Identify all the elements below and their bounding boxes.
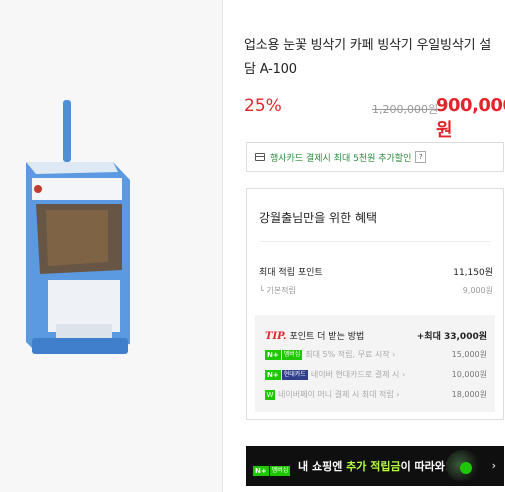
product-info-panel: 업소용 눈꽃 빙삭기 카페 빙삭기 우일빙삭기 설담 A-100 25% 1,2… (244, 0, 505, 492)
tip-item-text: 네이버 현대카드로 결제 시 › (310, 370, 406, 379)
product-image-panel (0, 0, 222, 492)
tip-item-npay-money[interactable]: W 네이버페이 머니 결제 시 최대 적립 › 18,000원 (265, 389, 487, 403)
banner-text: 내 쇼핑엔 추가 적립금이 따라와! (298, 458, 450, 474)
banner-text-pre: 내 쇼핑엔 (298, 460, 347, 473)
panel-divider (222, 0, 223, 492)
membership-label: 멤버십 (269, 465, 291, 476)
membership-banner[interactable]: N+ 멤버십 내 쇼핑엔 추가 적립금이 따라와! › (246, 446, 504, 486)
tip-item-hyundai-card[interactable]: N+ 현대카드 네이버 현대카드로 결제 시 › 10,000원 (265, 369, 487, 383)
discount-rate: 25% (244, 96, 282, 116)
tip-item-label: W 네이버페이 머니 결제 시 최대 적립 › (265, 389, 400, 400)
tip-item-label: N+ 현대카드 네이버 현대카드로 결제 시 › (265, 369, 405, 380)
tip-item-text: 최대 5% 적립, 무료 시작 › (305, 350, 396, 359)
membership-badge: 멤버십 (281, 349, 303, 360)
chevron-right-icon: › (491, 459, 496, 472)
max-points-value: 11,150원 (453, 268, 493, 278)
benefit-divider (259, 241, 491, 242)
banner-text-post: 이 따라와! (400, 460, 450, 473)
naver-plus-icon: N+ (265, 349, 281, 360)
naver-plus-icon: N+ (265, 369, 281, 380)
original-price: 1,200,000원 (372, 103, 439, 116)
basic-points-value: 9,000원 (462, 286, 493, 295)
hyundai-card-badge: 현대카드 (281, 369, 308, 380)
sale-price: 900,000원 (436, 95, 505, 141)
tip-item-amount: 10,000원 (451, 370, 487, 379)
tip-box: TIP. 포인트 더 받는 방법 +최대 33,000원 N+ 멤버십 최대 5% 적… (255, 315, 495, 412)
tip-item-membership[interactable]: N+ 멤버십 최대 5% 적립, 무료 시작 › 15,000원 (265, 349, 487, 363)
membership-badge: N+ 멤버십 (253, 460, 293, 479)
tip-item-text: 네이버페이 머니 결제 시 최대 적립 › (278, 390, 400, 399)
product-image[interactable] (18, 92, 148, 392)
banner-decoration-dot (460, 462, 472, 474)
credit-card-icon (255, 153, 265, 161)
tip-item-amount: 18,000원 (451, 390, 487, 399)
wallet-icon: W (265, 389, 275, 400)
tip-item-label: N+ 멤버십 최대 5% 적립, 무료 시작 › (265, 349, 395, 360)
banner-text-highlight: 추가 적립금 (346, 460, 401, 473)
benefit-box: 강월출님만을 위한 혜택 최대 적립 포인트 11,150원 └ 기본적립 9,… (246, 188, 504, 420)
card-discount-promo[interactable]: 행사카드 결제시 최대 5천원 추가할인 ? (246, 142, 504, 172)
card-promo-text: 행사카드 결제시 최대 5천원 추가할인 (270, 153, 412, 164)
help-icon[interactable]: ? (415, 151, 427, 163)
benefit-title: 강월출님만을 위한 혜택 (259, 211, 378, 225)
tip-title: TIP. 포인트 더 받는 방법 (265, 329, 364, 342)
max-points-label: 최대 적립 포인트 (259, 268, 323, 278)
tip-max-amount: +최대 33,000원 (416, 332, 487, 342)
tip-title-text: 포인트 더 받는 방법 (289, 332, 365, 342)
naver-plus-icon: N+ (253, 465, 269, 476)
tip-logo: TIP. (265, 331, 287, 342)
basic-points-label: └ 기본적립 (259, 286, 296, 295)
product-title: 업소용 눈꽃 빙삭기 카페 빙삭기 우일빙삭기 설담 A-100 (244, 38, 492, 77)
tip-item-amount: 15,000원 (451, 350, 487, 359)
